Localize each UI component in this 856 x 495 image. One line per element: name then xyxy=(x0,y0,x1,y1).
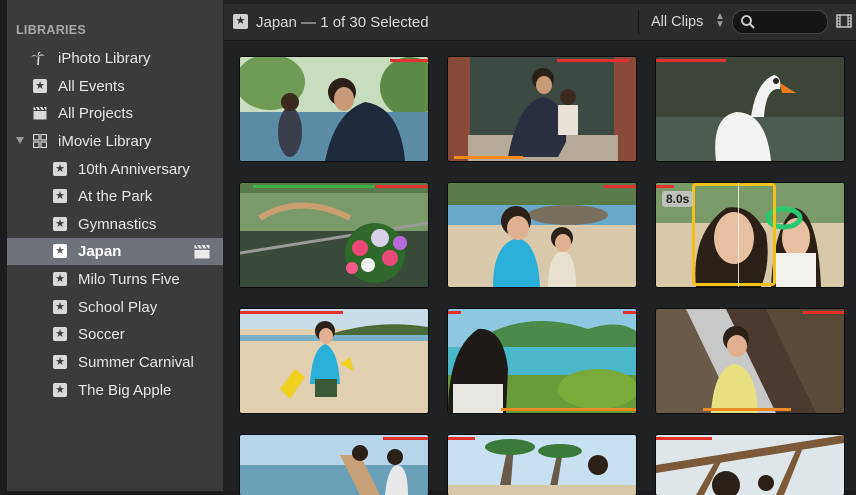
toolbar-divider xyxy=(638,10,639,34)
rejected-range-bar xyxy=(656,185,674,188)
clip-image xyxy=(448,309,636,413)
clip-image xyxy=(240,435,428,495)
sidebar-item-iphoto-library[interactable]: iPhoto Library xyxy=(7,45,223,72)
sidebar-item-gymnastics[interactable]: ★ Gymnastics xyxy=(7,211,223,238)
libraries-sidebar: LIBRARIES iPhoto Library ★ All Events Al… xyxy=(7,0,224,491)
star-icon: ★ xyxy=(53,217,67,231)
updown-arrows-icon[interactable]: ▲ ▼ xyxy=(715,12,725,30)
star-icon: ★ xyxy=(33,79,47,93)
sidebar-item-label: 10th Anniversary xyxy=(78,161,190,178)
rejected-range-bar xyxy=(604,185,636,188)
sidebar-item-the-big-apple[interactable]: ★ The Big Apple xyxy=(7,377,223,404)
rejected-range-bar xyxy=(448,311,461,314)
filmstrip-icon[interactable] xyxy=(836,13,852,29)
sidebar-item-label: iMovie Library xyxy=(58,133,152,150)
sidebar-item-school-play[interactable]: ★ School Play xyxy=(7,294,223,321)
clip-thumbnail[interactable] xyxy=(656,309,844,413)
sidebar-item-label: At the Park xyxy=(78,188,153,205)
star-icon: ★ xyxy=(53,327,67,341)
rejected-range-bar xyxy=(240,311,343,314)
clip-image xyxy=(656,435,844,495)
skimmer-playhead[interactable] xyxy=(738,183,739,287)
clip-thumbnail[interactable] xyxy=(448,57,636,161)
rejected-range-bar xyxy=(623,311,636,314)
sidebar-item-label: Soccer xyxy=(78,326,125,343)
star-icon: ★ xyxy=(53,300,67,314)
rejected-range-bar xyxy=(656,437,712,440)
clip-image xyxy=(240,183,428,287)
sidebar-item-label: All Events xyxy=(58,78,125,95)
disclosure-triangle-icon[interactable] xyxy=(16,137,24,144)
star-icon: ★ xyxy=(53,272,67,286)
sidebar-item-10th-anniversary[interactable]: ★ 10th Anniversary xyxy=(7,156,223,183)
favorite-range-bar xyxy=(253,185,375,188)
clip-image xyxy=(240,57,428,161)
clip-thumbnail[interactable] xyxy=(448,183,636,287)
clapboard-icon xyxy=(33,106,47,120)
sidebar-item-label: School Play xyxy=(78,299,158,316)
rejected-range-bar xyxy=(803,311,844,314)
search-field[interactable] xyxy=(732,10,828,34)
sidebar-item-milo-turns-five[interactable]: ★ Milo Turns Five xyxy=(7,266,223,293)
clip-image xyxy=(448,183,636,287)
sidebar-item-label: Japan xyxy=(78,243,122,260)
selection-range-box[interactable] xyxy=(692,183,776,286)
event-title: Japan — 1 of 30 Selected xyxy=(256,14,429,31)
sidebar-item-label: Milo Turns Five xyxy=(78,271,180,288)
rejected-range-bar xyxy=(448,437,475,440)
sidebar-item-label: Gymnastics xyxy=(78,216,157,233)
star-icon: ★ xyxy=(53,162,67,176)
sidebar-item-imovie-library[interactable]: iMovie Library xyxy=(7,128,223,155)
imovie-window: LIBRARIES iPhoto Library ★ All Events Al… xyxy=(0,0,856,495)
clip-image xyxy=(656,57,844,161)
clip-filter-select[interactable]: All Clips xyxy=(651,14,703,30)
event-browser: ★ Japan — 1 of 30 Selected All Clips ▲▼ xyxy=(224,0,856,495)
clip-thumbnail[interactable] xyxy=(656,435,844,495)
libraries-header: LIBRARIES xyxy=(16,23,87,37)
clip-thumbnail[interactable] xyxy=(240,183,428,287)
clip-image xyxy=(656,309,844,413)
clip-image xyxy=(448,57,636,161)
star-icon: ★ xyxy=(53,189,67,203)
rejected-range-bar xyxy=(383,437,428,440)
sidebar-item-all-projects[interactable]: All Projects xyxy=(7,100,223,127)
keyword-range-bar xyxy=(703,408,791,411)
browser-toolbar: ★ Japan — 1 of 30 Selected All Clips ▲ ▼ xyxy=(224,4,856,41)
rejected-range-bar xyxy=(390,59,428,62)
duration-badge: 8.0s xyxy=(662,191,694,207)
sidebar-item-soccer[interactable]: ★ Soccer xyxy=(7,321,223,348)
sidebar-item-label: All Projects xyxy=(58,105,134,122)
sidebar-item-label: iPhoto Library xyxy=(58,50,151,67)
clip-thumbnail[interactable] xyxy=(448,435,636,495)
rejected-range-bar xyxy=(557,59,629,62)
clip-image xyxy=(448,435,636,495)
star-icon: ★ xyxy=(233,14,248,29)
sidebar-item-label: The Big Apple xyxy=(78,382,172,399)
clip-thumbnail[interactable] xyxy=(240,435,428,495)
palm-tree-icon xyxy=(31,51,45,65)
clip-thumbnail-selected[interactable]: 8.0s xyxy=(656,183,844,287)
rejected-range-bar xyxy=(375,185,428,188)
search-icon xyxy=(741,15,755,29)
library-grid-icon xyxy=(33,134,47,148)
clip-thumbnail[interactable] xyxy=(448,309,636,413)
clip-thumbnail[interactable] xyxy=(240,57,428,161)
sidebar-item-all-events[interactable]: ★ All Events xyxy=(7,73,223,100)
star-icon: ★ xyxy=(53,355,67,369)
sidebar-item-summer-carnival[interactable]: ★ Summer Carnival xyxy=(7,349,223,376)
clip-thumbnail[interactable] xyxy=(656,57,844,161)
sidebar-item-japan[interactable]: ★ Japan xyxy=(7,238,223,265)
keyword-range-bar xyxy=(501,408,636,411)
clip-thumbnail[interactable] xyxy=(240,309,428,413)
sidebar-item-label: Summer Carnival xyxy=(78,354,194,371)
rejected-range-bar xyxy=(656,59,726,62)
clip-image xyxy=(240,309,428,413)
star-icon: ★ xyxy=(53,244,67,258)
star-icon: ★ xyxy=(53,383,67,397)
sidebar-item-at-the-park[interactable]: ★ At the Park xyxy=(7,183,223,210)
clapboard-icon[interactable] xyxy=(194,244,210,259)
keyword-range-bar xyxy=(454,156,523,159)
